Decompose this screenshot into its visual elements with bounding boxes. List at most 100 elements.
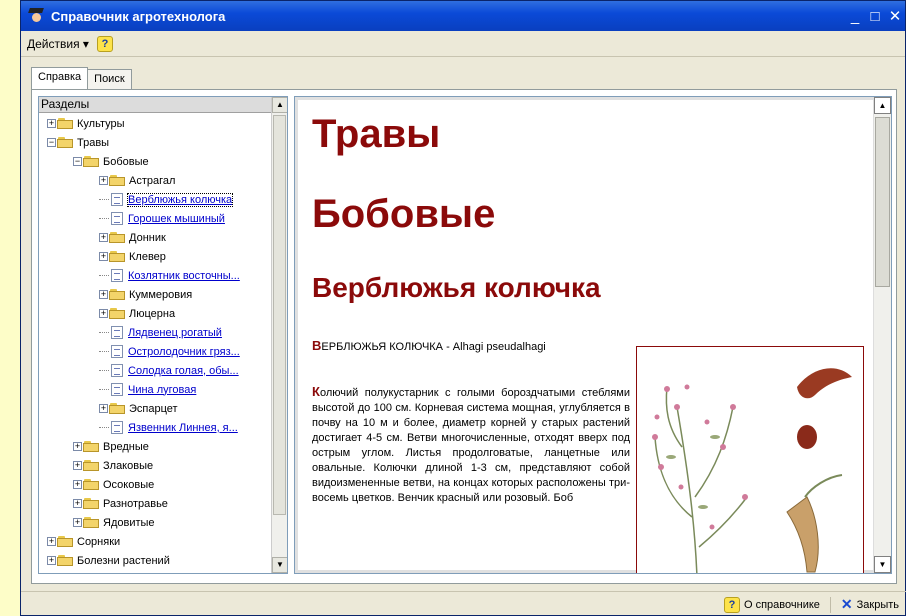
expand-icon[interactable]: + <box>73 480 82 489</box>
tree-item[interactable]: + Разнотравье <box>73 494 168 513</box>
tree-item[interactable]: Солодка голая, обы... <box>99 361 239 380</box>
tree-item[interactable]: − Травы <box>47 133 109 152</box>
tree-item-label: Донник <box>129 231 166 244</box>
close-window-button[interactable]: ✕ <box>885 7 905 25</box>
expand-icon[interactable]: + <box>99 290 108 299</box>
tree-item-label: Вредные <box>103 440 149 453</box>
article-heading-2: Бобовые <box>312 192 496 236</box>
title-bar[interactable]: Справочник агротехнолога _ □ ✕ <box>21 1 905 31</box>
article-scrollbar[interactable]: ▲ ▼ <box>873 97 891 573</box>
sections-tree[interactable]: Разделы + Культуры − Травы − Бобовые + Астрагал… <box>38 96 288 574</box>
tree-item[interactable]: Козлятник восточны... <box>99 266 240 285</box>
tree-item[interactable]: + Эспарцет <box>99 399 178 418</box>
tree-connector <box>99 370 109 371</box>
tree-item-label: Бобовые <box>103 155 149 168</box>
expand-icon[interactable]: + <box>99 404 108 413</box>
tab-search[interactable]: Поиск <box>87 69 132 89</box>
tree-item[interactable]: + Культуры <box>47 114 125 133</box>
close-button[interactable]: ✕ Закрыть <box>841 596 899 613</box>
actions-menu[interactable]: Действия ▾ <box>27 37 89 51</box>
agronomist-icon <box>27 7 45 25</box>
about-label: О справочнике <box>743 598 820 611</box>
tree-connector <box>99 275 109 276</box>
tree-scroll-thumb[interactable] <box>273 115 286 515</box>
folder-icon <box>109 232 126 243</box>
scroll-up-icon[interactable]: ▲ <box>272 97 287 113</box>
tree-item[interactable]: Язвенник Линнея, я... <box>99 418 238 437</box>
minimize-button[interactable]: _ <box>845 8 865 25</box>
maximize-button[interactable]: □ <box>865 8 885 25</box>
tree-item[interactable]: + Вредные <box>73 437 149 456</box>
help-button[interactable]: ? <box>96 35 113 52</box>
collapse-icon[interactable]: − <box>47 138 56 147</box>
expand-icon[interactable]: + <box>73 518 82 527</box>
folder-icon <box>109 308 126 319</box>
tree-connector <box>99 218 109 219</box>
menu-bar: Действия ▾ ? <box>21 31 905 57</box>
tree-item[interactable]: + Клевер <box>99 247 166 266</box>
tree-item-label: Лядвенец рогатый <box>128 326 222 339</box>
tree-item[interactable]: + Злаковые <box>73 456 153 475</box>
tree-item[interactable]: Лядвенец рогатый <box>99 323 222 342</box>
tree-connector <box>99 332 109 333</box>
tree-item[interactable]: + Астрагал <box>99 171 175 190</box>
tree-item-label: Язвенник Линнея, я... <box>128 421 238 434</box>
tree-item[interactable]: + Донник <box>99 228 166 247</box>
tree-item[interactable]: + Осоковые <box>73 475 154 494</box>
tree-item[interactable]: Горошек мышиный <box>99 209 225 228</box>
tree-scrollbar[interactable]: ▲ ▼ <box>271 97 287 573</box>
tree-item[interactable]: Остролодочник гряз... <box>99 342 240 361</box>
status-bar: ? О справочнике ✕ Закрыть <box>21 591 906 616</box>
folder-icon <box>83 441 100 452</box>
tree-item[interactable]: + Люцерна <box>99 304 175 323</box>
tree-item[interactable]: + Болезни растений <box>47 551 170 570</box>
tree-item[interactable]: + Куммеровия <box>99 285 192 304</box>
lead-text: ЕРБЛЮЖЬЯ КОЛЮЧКА - Alhagi pseudalhagi <box>321 341 546 353</box>
expand-icon[interactable]: + <box>73 461 82 470</box>
tree-item-label: Чина луговая <box>128 383 197 396</box>
tree-item-label: Культуры <box>77 117 125 130</box>
collapse-icon[interactable]: − <box>73 157 82 166</box>
tab-help[interactable]: Справка <box>31 67 89 89</box>
expand-icon[interactable]: + <box>99 309 108 318</box>
article-heading-3: Верблюжья колючка <box>312 272 601 303</box>
tree-item-label: Остролодочник гряз... <box>128 345 240 358</box>
camelthorn-drawing <box>652 368 852 573</box>
tree-item-label: Люцерна <box>129 307 176 320</box>
article-scroll-thumb[interactable] <box>875 117 890 287</box>
tree-item[interactable]: + Сорняки <box>47 532 120 551</box>
expand-icon[interactable]: + <box>47 556 56 565</box>
scroll-down-icon[interactable]: ▼ <box>272 557 287 573</box>
expand-icon[interactable]: + <box>99 233 108 242</box>
expand-icon[interactable]: + <box>73 499 82 508</box>
expand-icon[interactable]: + <box>99 252 108 261</box>
article-scroll-up-icon[interactable]: ▲ <box>874 97 891 114</box>
tree-item-label: Куммеровия <box>129 288 193 301</box>
expand-icon[interactable]: + <box>73 442 82 451</box>
tree-item-label: Разнотравье <box>103 497 168 510</box>
tree-item[interactable]: + Ядовитые <box>73 513 155 532</box>
tree-item-label: Травы <box>77 136 110 149</box>
lead-drop-cap: В <box>312 338 322 353</box>
tree-item-label: Ядовитые <box>103 516 155 529</box>
tree-item-label: Солодка голая, обы... <box>128 364 239 377</box>
document-icon <box>111 383 123 396</box>
tab-strip: Справка Поиск <box>31 67 132 89</box>
expand-icon[interactable]: + <box>47 537 56 546</box>
folder-icon <box>109 403 126 414</box>
tree-item[interactable]: Чина луговая <box>99 380 196 399</box>
document-icon <box>111 193 123 206</box>
tree-connector <box>99 389 109 390</box>
expand-icon[interactable]: + <box>99 176 108 185</box>
question-icon: ? <box>723 596 740 613</box>
body-drop-cap: К <box>312 384 320 399</box>
folder-icon <box>109 175 126 186</box>
article-body: Колючий полукустарник с голыми бороздчат… <box>312 384 630 570</box>
article-scroll-down-icon[interactable]: ▼ <box>874 556 891 573</box>
tree-item[interactable]: Верблюжья колючка <box>99 190 234 209</box>
expand-icon[interactable]: + <box>47 119 56 128</box>
about-button[interactable]: ? О справочнике <box>723 596 820 613</box>
document-icon <box>111 326 123 339</box>
article-lead: ВЕРБЛЮЖЬЯ КОЛЮЧКА - Alhagi pseudalhagi <box>312 338 546 353</box>
tree-item[interactable]: − Бобовые <box>73 152 149 171</box>
